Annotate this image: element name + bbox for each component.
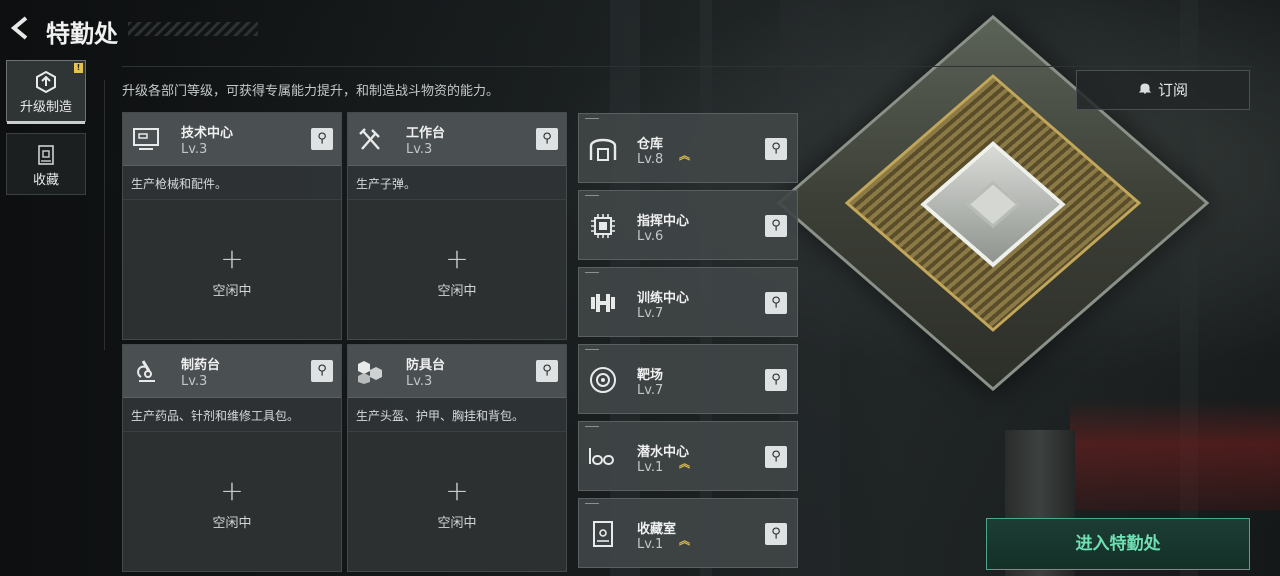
facility-collection-room[interactable]: 收藏室 Lv.1 ︽ ⚲ — [578, 498, 798, 568]
microscope-icon — [137, 360, 155, 382]
workshop-level: Lv.3 — [406, 374, 433, 389]
facility-level: Lv.1 — [637, 537, 664, 552]
slot-status: 空闲中 — [212, 284, 252, 299]
facility-diving-center[interactable]: 潜水中心 Lv.1 ︽ ⚲ — [578, 421, 798, 491]
upgrade-icon — [36, 70, 56, 94]
search-icon[interactable]: ⚲ — [311, 128, 333, 150]
plus-icon: + — [220, 242, 244, 275]
production-slot[interactable]: + 空闲中 — [123, 431, 341, 571]
plus-icon: + — [220, 474, 244, 507]
enter-special-ops-button[interactable]: 进入特勤处 — [986, 518, 1250, 570]
sidebar-tab-collection[interactable]: 收藏 — [6, 133, 86, 195]
slot-status: 空闲中 — [212, 516, 252, 531]
production-slot[interactable]: + 空闲中 — [348, 199, 566, 339]
warehouse-icon — [589, 138, 617, 161]
page-title: 特勤处 — [46, 20, 118, 48]
armor-icon — [358, 361, 382, 384]
production-slot[interactable]: + 空闲中 — [123, 199, 341, 339]
search-icon[interactable]: ⚲ — [536, 360, 558, 382]
diving-goggles-icon — [589, 448, 614, 465]
collection-icon — [38, 145, 54, 165]
search-icon[interactable]: ⚲ — [311, 360, 333, 382]
facility-name: 收藏室 — [637, 522, 677, 537]
search-icon[interactable]: ⚲ — [765, 446, 787, 468]
facility-name: 训练中心 — [637, 291, 690, 306]
page-description: 升级各部门等级，可获得专属能力提升，和制造战斗物资的能力。 — [122, 84, 500, 99]
workshop-description: 生产药品、针剂和维修工具包。 — [131, 409, 300, 423]
workshop-card-workbench[interactable]: 工作台 Lv.3 ⚲ 生产子弹。 + 空闲中 — [347, 112, 567, 340]
sidebar-tab-label: 升级制造 — [19, 100, 72, 115]
sidebar-tab-label: 收藏 — [32, 173, 59, 188]
workshop-description: 生产头盔、护甲、胸挂和背包。 — [356, 409, 525, 423]
facility-shooting-range[interactable]: 靶场 Lv.7 ⚲ — [578, 344, 798, 414]
dumbbell-icon — [591, 294, 615, 312]
workshop-level: Lv.3 — [181, 374, 208, 389]
upgrade-available-icon: ︽ — [679, 534, 690, 547]
workshop-card-armor-bench[interactable]: 防具台 Lv.3 ⚲ 生产头盔、护甲、胸挂和背包。 + 空闲中 — [347, 344, 567, 572]
facility-warehouse[interactable]: 仓库 Lv.8 ︽ ⚲ — [578, 113, 798, 183]
workshop-name: 制药台 — [181, 358, 221, 373]
search-icon[interactable]: ⚲ — [765, 523, 787, 545]
back-arrow-icon[interactable] — [10, 16, 32, 40]
workshop-name: 工作台 — [406, 126, 446, 141]
facility-name: 指挥中心 — [637, 214, 690, 229]
search-icon[interactable]: ⚲ — [765, 215, 787, 237]
facility-name: 仓库 — [637, 137, 664, 152]
workshop-card-pharmacy[interactable]: 制药台 Lv.3 ⚲ 生产药品、针剂和维修工具包。 + 空闲中 — [122, 344, 342, 572]
workshop-card-tech-center[interactable]: 技术中心 Lv.3 ⚲ 生产枪械和配件。 + 空闲中 — [122, 112, 342, 340]
search-icon[interactable]: ⚲ — [765, 138, 787, 160]
production-slot[interactable]: + 空闲中 — [348, 431, 566, 571]
facility-level: Lv.6 — [637, 229, 664, 244]
facility-name: 靶场 — [637, 368, 664, 383]
workshop-description: 生产子弹。 — [356, 177, 417, 191]
workshop-name: 防具台 — [406, 358, 446, 373]
slot-status: 空闲中 — [437, 516, 477, 531]
workshop-name: 技术中心 — [181, 126, 234, 141]
search-icon[interactable]: ⚲ — [765, 292, 787, 314]
slot-status: 空闲中 — [437, 284, 477, 299]
bell-icon — [1138, 71, 1152, 109]
display-case-icon — [593, 521, 613, 547]
computer-icon — [133, 128, 159, 150]
facility-level: Lv.1 — [637, 460, 664, 475]
workshop-description: 生产枪械和配件。 — [131, 177, 228, 191]
title-decoration — [128, 22, 258, 36]
header-divider — [122, 66, 1252, 67]
search-icon[interactable]: ⚲ — [536, 128, 558, 150]
workshop-level: Lv.3 — [181, 142, 208, 157]
tools-icon — [359, 128, 380, 150]
facility-training-center[interactable]: 训练中心 Lv.7 ⚲ — [578, 267, 798, 337]
workshop-level: Lv.3 — [406, 142, 433, 157]
notification-badge: ! — [74, 63, 83, 73]
plus-icon: + — [445, 474, 469, 507]
subscribe-button[interactable]: 订阅 — [1076, 70, 1250, 110]
upgrade-available-icon: ︽ — [679, 149, 690, 162]
sidebar-divider — [104, 80, 105, 350]
target-icon — [590, 367, 616, 393]
facility-level: Lv.7 — [637, 383, 664, 398]
facility-level: Lv.8 — [637, 152, 664, 167]
facility-level: Lv.7 — [637, 306, 664, 321]
subscribe-label: 订阅 — [1157, 81, 1188, 99]
plus-icon: + — [445, 242, 469, 275]
facility-command-center[interactable]: 指挥中心 Lv.6 ⚲ — [578, 190, 798, 260]
upgrade-available-icon: ︽ — [679, 457, 690, 470]
search-icon[interactable]: ⚲ — [765, 369, 787, 391]
sidebar-tab-upgrade[interactable]: ! 升级制造 — [6, 60, 86, 124]
chip-icon — [591, 214, 615, 238]
